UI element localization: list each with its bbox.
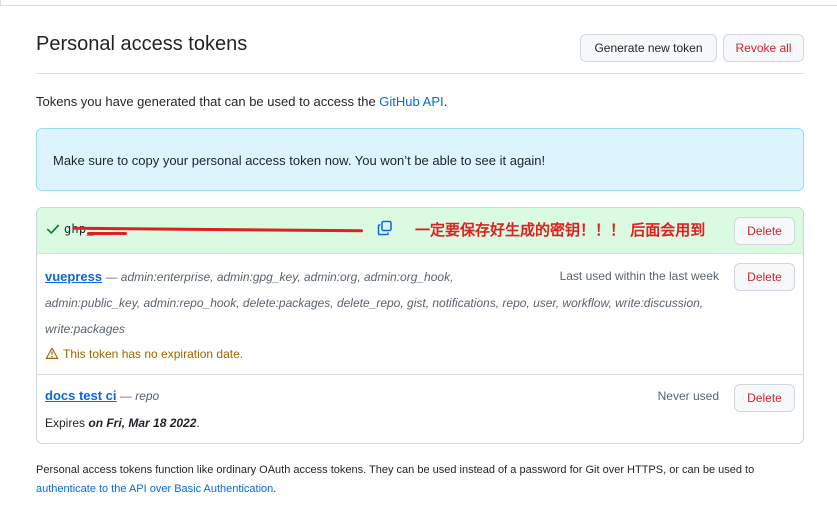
expiration-text: Expires on Fri, Mar 18 2022. [45,416,200,430]
expiration-warning: This token has no expiration date. [45,347,243,361]
check-icon [46,224,60,234]
scopes-line3: write:packages [45,322,126,336]
new-token-row: ghp_ 一定要保存好生成的密钥！！！ 后面会用到 Delete [37,208,803,254]
scopes-line2: admin:public_key, admin:repo_hook, delet… [45,296,704,310]
last-used-text: Never used [657,389,719,403]
token-row-vuepress: vuepress — admin:enterprise, admin:gpg_k… [37,254,803,375]
copy-token-flash: Make sure to copy your personal access t… [36,128,804,191]
intro-label: Tokens you have generated that can be us… [36,94,380,109]
flash-message: Make sure to copy your personal access t… [53,153,546,168]
title-divider [36,73,804,74]
scopes-line1: — repo [119,389,160,403]
redaction-mark [87,232,127,235]
last-used-text: Last used within the last week [559,269,719,283]
intro-suffix: . [443,94,448,109]
github-api-link[interactable]: GitHub API [379,94,443,109]
annotation-note: 一定要保存好生成的密钥！！！ 后面会用到 [415,221,706,239]
page-title: Personal access tokens [36,33,248,55]
footer-note: Personal access tokens function like ord… [36,461,806,499]
basic-auth-link[interactable]: authenticate to the API over Basic Authe… [36,483,273,495]
header-divider [0,5,837,6]
token-row-docs-test-ci: docs test ci — repo Never used Delete Ex… [37,375,803,443]
warning-text: This token has no expiration date. [63,347,244,361]
token-list: ghp_ 一定要保存好生成的密钥！！！ 后面会用到 Delete vuepres… [36,207,804,444]
delete-token-button[interactable]: Delete [734,263,795,291]
token-name-link[interactable]: vuepress [45,269,102,284]
expires-suffix: . [196,416,200,430]
footer-suffix: . [273,483,277,495]
expires-date: on Fri, Mar 18 2022 [88,416,197,430]
token-scopes: docs test ci — repo [45,383,159,409]
alert-icon [45,347,59,359]
token-name-link[interactable]: docs test ci [45,388,117,403]
revoke-all-button[interactable]: Revoke all [723,34,804,62]
delete-new-token-button[interactable]: Delete [734,217,795,245]
scopes-line1: — admin:enterprise, admin:gpg_key, admin… [105,270,454,284]
delete-token-button[interactable]: Delete [734,384,795,412]
copy-icon[interactable] [377,220,393,236]
footer-text: Personal access tokens function like ord… [36,464,755,476]
generate-token-button[interactable]: Generate new token [580,34,717,62]
expires-prefix: Expires [45,416,89,430]
token-scopes: vuepress — admin:enterprise, admin:gpg_k… [45,264,453,290]
intro-text: Tokens you have generated that can be us… [36,94,447,109]
